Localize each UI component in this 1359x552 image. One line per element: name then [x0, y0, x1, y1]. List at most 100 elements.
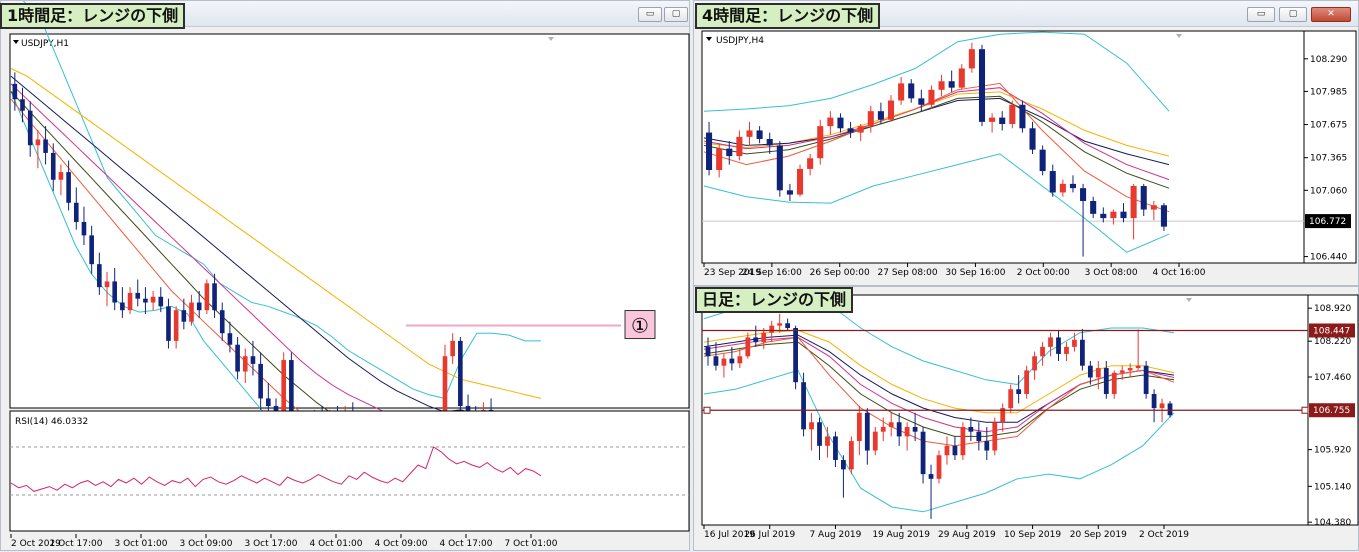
candle-body	[978, 49, 986, 122]
candle-body	[817, 126, 824, 159]
candle-body	[769, 325, 775, 333]
candle-body	[196, 302, 202, 311]
candle-body	[1056, 337, 1061, 354]
candle-body	[786, 190, 793, 195]
candle-body	[1127, 368, 1133, 371]
x-tick-label: 27 Sep 08:00	[878, 268, 938, 278]
h4-chart: USDJPY,H4 108.290 107.985 107.675 107.365 107…	[701, 30, 1357, 278]
candle-body	[1024, 370, 1030, 394]
x-tick-label: 29 Aug 2019	[938, 530, 996, 540]
candle-body	[258, 363, 263, 399]
h4-symbol-label: USDJPY,H4	[716, 36, 764, 46]
d1-level-low-label: 106.755	[1313, 406, 1350, 416]
candle-body	[212, 283, 217, 311]
range-marker-1: ①	[631, 314, 649, 338]
x-tick-label: 7 Aug 2019	[809, 530, 861, 540]
candle-body	[1143, 365, 1149, 394]
candle-body	[27, 110, 33, 146]
candle-body	[887, 100, 895, 120]
candle-body	[807, 158, 814, 169]
candle-body	[173, 310, 179, 341]
candle-body	[1151, 393, 1157, 409]
candle-body	[1100, 213, 1107, 219]
candle-body	[458, 340, 463, 407]
candle-body	[746, 130, 753, 137]
candle-body	[20, 99, 25, 111]
candle-body	[204, 283, 210, 311]
y-tick-label: 108.220	[1314, 337, 1351, 347]
h1-plot-area	[9, 33, 690, 409]
candle-body	[833, 436, 838, 460]
x-tick-label: 20 Sep 2019	[1070, 530, 1127, 540]
candle-body	[912, 426, 918, 432]
candle-body	[1059, 183, 1066, 193]
candle-body	[793, 327, 798, 383]
d1-level-high-label: 108.447	[1313, 326, 1350, 336]
x-tick-label: 2 Oct 17:00	[50, 539, 103, 549]
x-tick-label: 26 Sep 00:00	[810, 268, 870, 278]
d1-level-handle-right	[1301, 406, 1309, 414]
y-tick-label: 107.675	[1310, 121, 1347, 131]
candle-body	[827, 117, 834, 127]
x-tick-label: 2 Oct 2019	[1139, 530, 1189, 540]
candle-body	[166, 306, 171, 341]
candle-body	[120, 302, 125, 311]
candle-body	[97, 264, 102, 288]
x-tick-label: 2 Oct 00:00	[1017, 268, 1070, 278]
candle-body	[1167, 403, 1173, 416]
candle-body	[135, 292, 141, 299]
candle-body	[81, 221, 87, 236]
x-tick-label: 24 Sep 16:00	[742, 268, 802, 278]
candle-body	[189, 302, 194, 322]
candle-body	[960, 426, 966, 456]
candle-body	[89, 235, 94, 265]
candle-body	[1016, 389, 1022, 394]
x-tick-label: 3 Oct 08:00	[1085, 268, 1138, 278]
h4-chart-window: ▭ ▢ ✕ USDJPY,H4 108.290 107.985 107.675 107.…	[693, 0, 1359, 286]
h1-label: 1時間足：レンジの下側	[0, 3, 186, 29]
candle-body	[35, 139, 41, 146]
candle-body	[756, 130, 763, 139]
candle-body	[1080, 188, 1087, 201]
candle-body	[753, 337, 759, 343]
candle-body	[904, 426, 910, 437]
candle-body	[918, 98, 925, 105]
candle-body	[745, 337, 751, 357]
candle-body	[43, 139, 48, 153]
y-tick-label: 105.920	[1314, 446, 1351, 456]
y-tick-label: 108.290	[1310, 55, 1347, 65]
candle-body	[809, 422, 814, 430]
candle-body	[1087, 365, 1093, 378]
candle-body	[847, 128, 854, 133]
candle-body	[898, 83, 905, 101]
x-tick-label: 3 Oct 01:00	[115, 539, 168, 549]
candle-body	[150, 296, 156, 303]
candle-body	[777, 323, 783, 326]
candle-body	[242, 356, 248, 372]
x-tick-label: 4 Oct 01:00	[310, 539, 363, 549]
candle-body	[219, 310, 225, 334]
h1-chart-window: ▭ ▢ USDJPY,H1①②RSI(14) 46.03322 Oct 2019…	[0, 0, 690, 551]
candle-body	[999, 117, 1006, 125]
d1-level-handle-left	[703, 406, 711, 414]
candle-body	[235, 344, 240, 372]
h1-symbol-label: USDJPY,H1	[21, 39, 69, 49]
d1-chart-window: 108.920 108.220 107.460 105.920 105.140 104.3…	[693, 286, 1359, 551]
candle-body	[1039, 149, 1046, 172]
candle-body	[1103, 368, 1109, 394]
candle-body	[872, 431, 878, 451]
candle-body	[716, 148, 723, 170]
candle-body	[104, 281, 110, 288]
candle-body	[908, 83, 915, 99]
x-tick-label: 26 Jul 2019	[744, 530, 795, 540]
x-tick-label: 4 Oct 16:00	[1153, 268, 1206, 278]
candle-body	[766, 138, 773, 146]
candle-body	[976, 431, 982, 442]
candle-body	[1160, 205, 1167, 227]
candle-body	[726, 148, 733, 157]
y-tick-label: 104.380	[1314, 518, 1351, 528]
x-tick-label: 7 Oct 01:00	[505, 539, 558, 549]
candle-body	[127, 292, 133, 311]
candle-body	[776, 145, 783, 191]
candle-body	[928, 474, 934, 479]
